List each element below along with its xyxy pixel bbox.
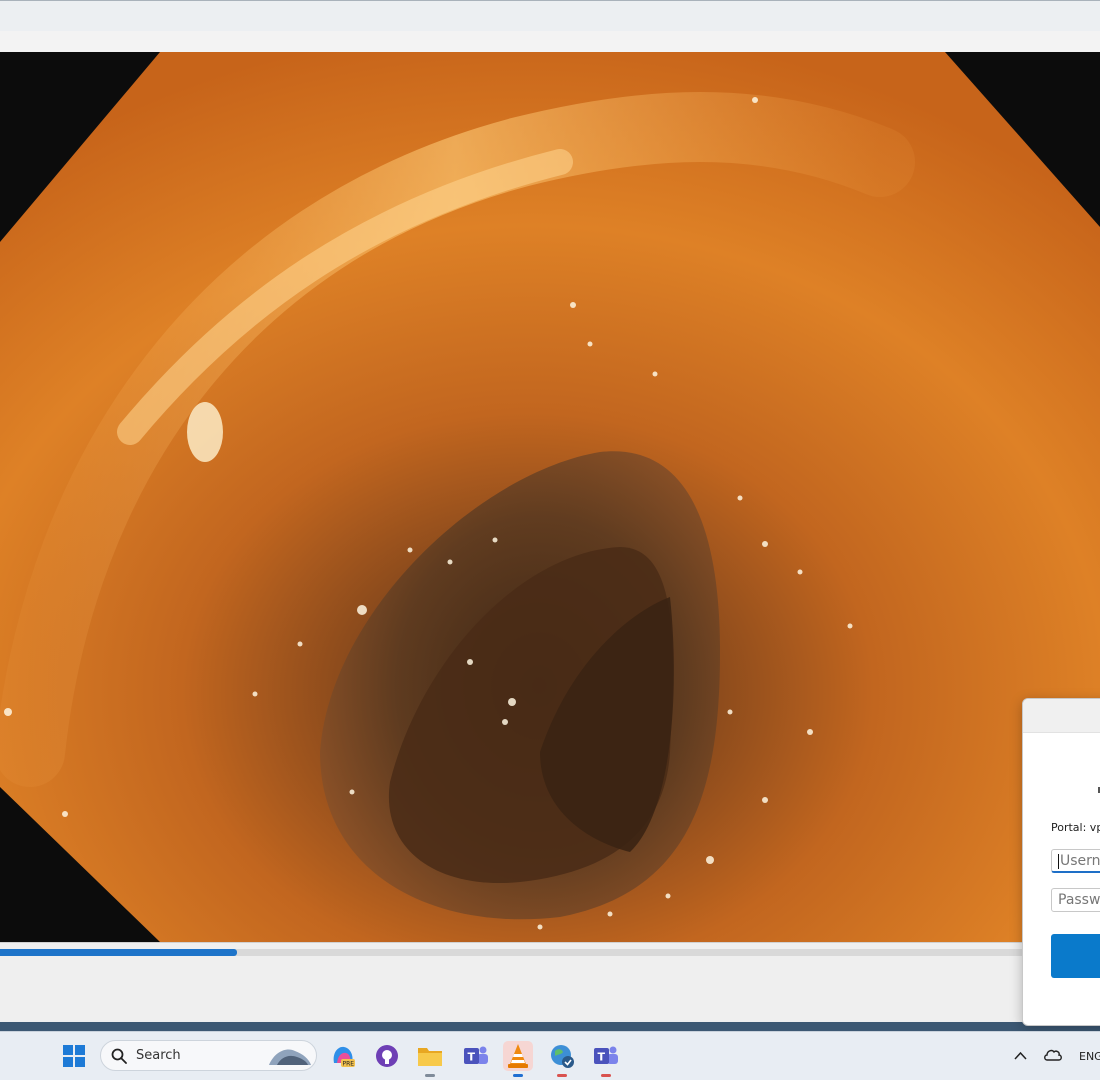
seek-bar[interactable] [0, 949, 1100, 956]
connect-button[interactable] [1051, 934, 1100, 978]
username-placeholder: Userna [1060, 853, 1100, 869]
browser-icon[interactable] [547, 1041, 577, 1077]
teams-icon[interactable]: T [461, 1041, 491, 1071]
light-reflection [187, 402, 223, 462]
svg-text:T: T [598, 1051, 606, 1064]
teams-alt-icon[interactable]: T [591, 1041, 621, 1077]
seek-bar-progress [0, 949, 237, 956]
running-indicator [557, 1074, 567, 1077]
search-highlight-icon [269, 1049, 311, 1065]
app-title-bar [0, 0, 1100, 31]
active-indicator [513, 1074, 523, 1077]
video-frame-image [0, 52, 1100, 942]
player-controls [0, 942, 1100, 1022]
vlc-icon[interactable] [503, 1041, 533, 1077]
dialog-header [1023, 699, 1100, 733]
taskbar-search[interactable]: Search [100, 1040, 317, 1071]
username-input[interactable]: Userna [1051, 849, 1100, 873]
svg-text:PRE: PRE [343, 1061, 355, 1068]
file-explorer-icon[interactable] [415, 1041, 445, 1077]
password-input[interactable]: Passwo [1051, 888, 1100, 912]
search-label: Search [136, 1048, 181, 1063]
chevron-up-icon[interactable] [1014, 1051, 1027, 1060]
copilot-icon[interactable]: PRE [328, 1041, 358, 1071]
running-indicator [601, 1074, 611, 1077]
windows-start-icon[interactable] [59, 1041, 89, 1071]
taskbar: Search PRE T T ENG [0, 1031, 1100, 1080]
desktop-background-strip [0, 1022, 1100, 1031]
app-toolbar [0, 31, 1100, 52]
search-icon [111, 1048, 127, 1064]
text-caret [1058, 853, 1059, 869]
portal-label: Portal: vp [1051, 821, 1100, 834]
github-icon[interactable] [372, 1041, 402, 1071]
running-indicator [425, 1074, 435, 1077]
video-viewport[interactable] [0, 52, 1100, 942]
onedrive-cloud-icon[interactable] [1043, 1048, 1062, 1061]
svg-text:T: T [468, 1051, 476, 1064]
vpn-login-dialog: Portal: vp Userna Passwo [1022, 698, 1100, 1026]
password-placeholder: Passwo [1058, 892, 1100, 908]
language-indicator[interactable]: ENG [1079, 1050, 1100, 1063]
